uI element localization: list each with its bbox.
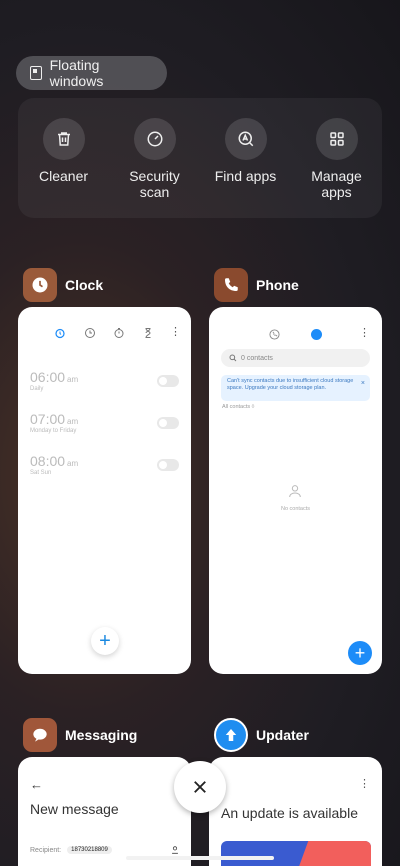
- messaging-app-header[interactable]: Messaging: [23, 718, 137, 752]
- floating-windows-label: Floating windows: [49, 57, 104, 89]
- updater-app-card[interactable]: ⋮ An update is available: [209, 757, 382, 866]
- add-contact-button[interactable]: +: [348, 641, 372, 665]
- security-scan-label: Security scan: [129, 168, 180, 200]
- messaging-app-name: Messaging: [65, 727, 138, 743]
- cleaner-label: Cleaner: [38, 168, 89, 184]
- alarm-item[interactable]: 06:00 am Daily: [30, 369, 78, 392]
- person-icon: [289, 485, 301, 498]
- search-icon: [229, 354, 237, 362]
- back-arrow-icon[interactable]: ←: [30, 777, 43, 792]
- add-alarm-button[interactable]: +: [91, 627, 119, 655]
- home-indicator[interactable]: [126, 856, 274, 860]
- close-all-button[interactable]: [174, 761, 226, 813]
- close-icon[interactable]: ×: [361, 380, 365, 387]
- more-options-icon[interactable]: ⋮: [359, 326, 370, 339]
- quick-tools-panel: Cleaner Security scan Find apps Manage a…: [18, 98, 382, 218]
- new-message-title: New message: [30, 801, 119, 817]
- alarm-toggle[interactable]: [157, 417, 179, 429]
- phone-app-name: Phone: [256, 277, 299, 293]
- sync-notice-banner: Can't sync contacts due to insufficient …: [221, 375, 370, 401]
- clock-icon: [23, 268, 57, 302]
- phone-app-header[interactable]: Phone: [214, 268, 299, 302]
- close-icon: [194, 781, 206, 793]
- trash-icon: [42, 118, 85, 160]
- phone-app-card[interactable]: ⋮ 0 contacts Can't sync contacts due to …: [209, 307, 382, 674]
- clock-tab-bar: ⋮: [18, 325, 191, 343]
- stopwatch-tab-icon[interactable]: [113, 327, 125, 339]
- more-options-icon[interactable]: ⋮: [170, 325, 181, 338]
- manage-apps-label: Manage apps: [311, 168, 362, 200]
- floating-window-icon: [30, 66, 42, 80]
- floating-windows-button[interactable]: Floating windows: [16, 56, 167, 90]
- update-available-title: An update is available: [221, 805, 358, 821]
- manage-apps-tool[interactable]: Manage apps: [295, 118, 379, 218]
- find-apps-icon: [224, 118, 267, 160]
- recipient-chip[interactable]: 18730218809: [67, 846, 112, 854]
- grid-icon: [315, 118, 358, 160]
- security-scan-tool[interactable]: Security scan: [113, 118, 197, 218]
- timer-tab-icon[interactable]: [142, 327, 154, 339]
- updater-app-name: Updater: [256, 727, 309, 743]
- alarm-tab-icon[interactable]: [54, 327, 66, 339]
- recents-tab-icon[interactable]: [269, 329, 280, 340]
- updater-app-header[interactable]: Updater: [214, 718, 309, 752]
- world-clock-tab-icon[interactable]: [84, 327, 96, 339]
- empty-contacts-label: No contacts: [280, 506, 311, 512]
- find-apps-label: Find apps: [214, 168, 277, 184]
- more-options-icon[interactable]: ⋮: [359, 777, 370, 790]
- contacts-filter[interactable]: All contacts ◊: [222, 404, 254, 410]
- recipient-field[interactable]: Recipient: 18730218809: [30, 843, 180, 857]
- alarm-item[interactable]: 07:00 am Monday to Friday: [30, 411, 78, 434]
- contacts-tab-icon[interactable]: [311, 329, 322, 340]
- updater-arrow-icon: [214, 718, 248, 752]
- find-apps-tool[interactable]: Find apps: [204, 118, 288, 218]
- update-banner-image: [221, 841, 371, 866]
- alarm-toggle[interactable]: [157, 459, 179, 471]
- cleaner-tool[interactable]: Cleaner: [22, 118, 106, 218]
- clock-app-header[interactable]: Clock: [23, 268, 103, 302]
- phone-icon: [214, 268, 248, 302]
- message-bubble-icon: [23, 718, 57, 752]
- alarm-toggle[interactable]: [157, 375, 179, 387]
- clock-app-name: Clock: [65, 277, 104, 293]
- messaging-app-card[interactable]: ← New message Recipient: 18730218809: [18, 757, 191, 866]
- speedometer-icon: [133, 118, 176, 160]
- alarm-item[interactable]: 08:00 am Sat Sun: [30, 453, 78, 476]
- clock-app-card[interactable]: ⋮ 06:00 am Daily 07:00 am Monday to Friday…: [18, 307, 191, 674]
- contacts-search-input[interactable]: 0 contacts: [221, 349, 370, 367]
- contact-picker-icon[interactable]: [170, 845, 180, 855]
